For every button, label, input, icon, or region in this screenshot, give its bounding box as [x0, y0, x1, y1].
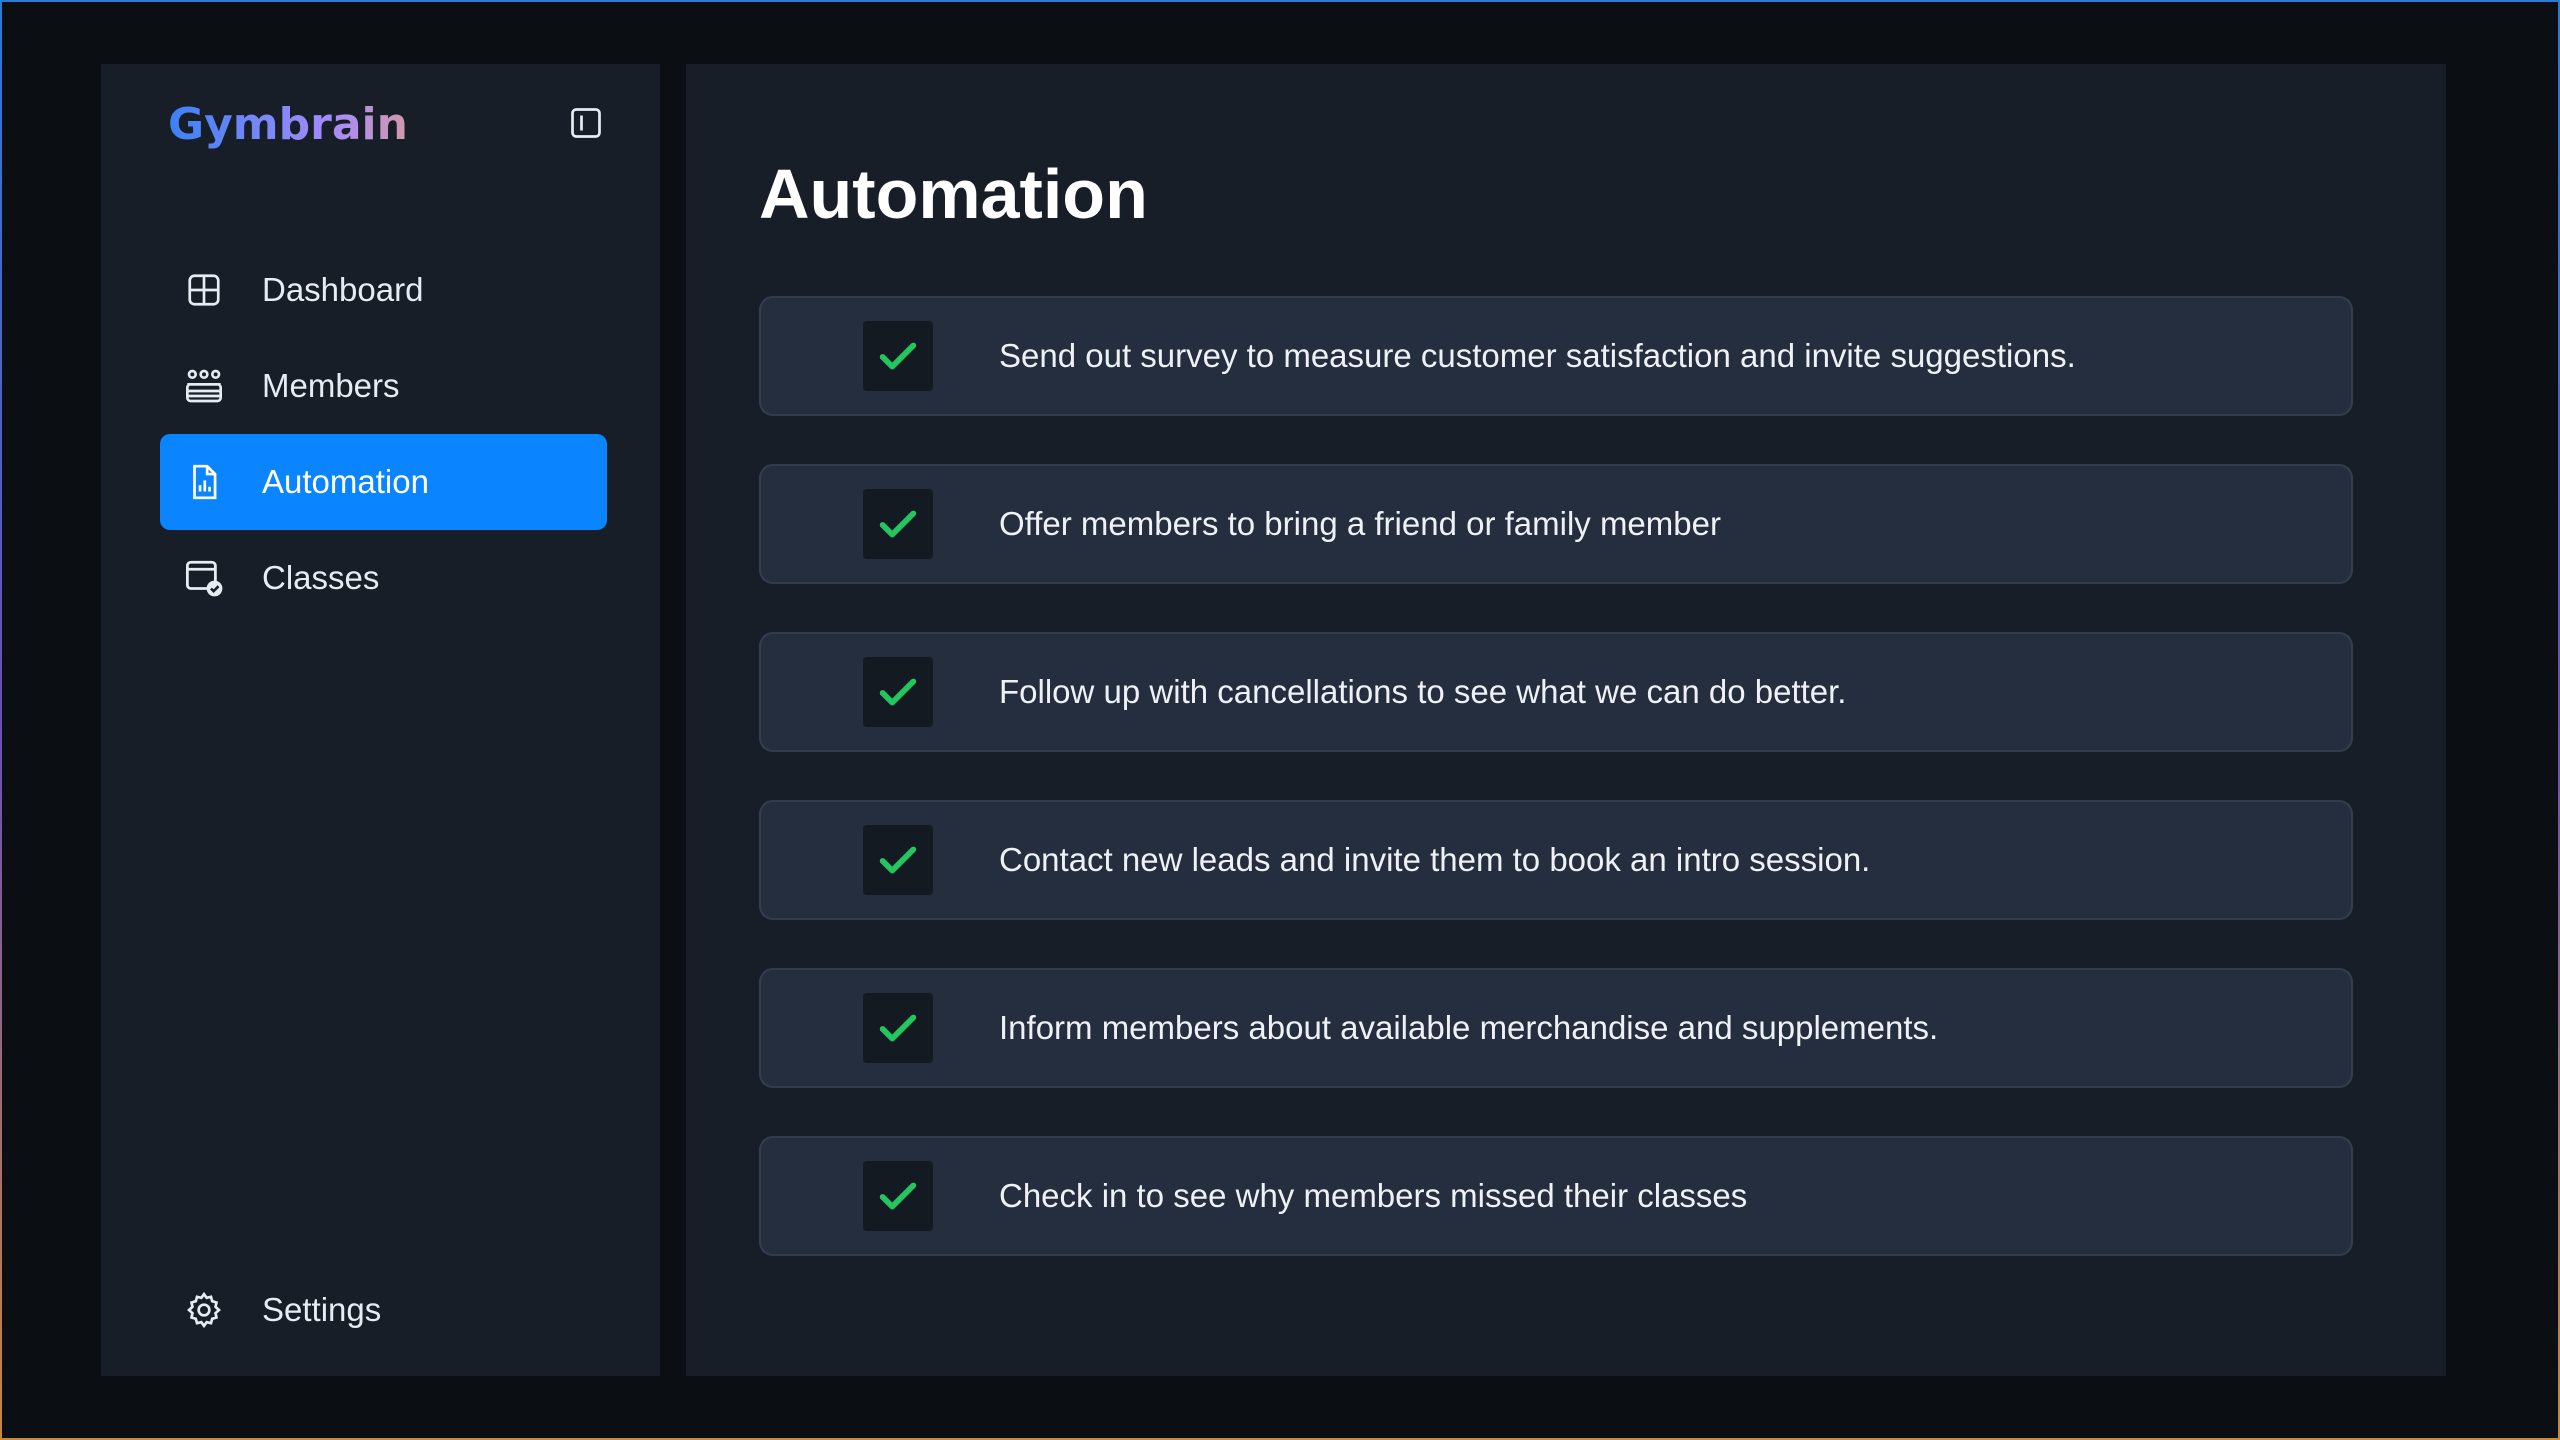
sidebar-item-label: Classes [262, 559, 380, 596]
automation-checkbox[interactable] [863, 489, 933, 559]
automation-item-text: Inform members about available merchandi… [999, 1009, 1939, 1046]
automation-item-text: Follow up with cancellations to see what… [999, 673, 1847, 710]
sidebar-item-dashboard[interactable]: Dashboard [160, 242, 607, 338]
checkmark-icon [879, 678, 917, 706]
automation-list: Send out survey to measure customer sati… [759, 296, 2353, 1304]
automation-item-text: Offer members to bring a friend or famil… [999, 505, 1721, 542]
checkmark-icon [879, 342, 917, 370]
automation-item: Contact new leads and invite them to boo… [759, 800, 2353, 920]
automation-checkbox[interactable] [863, 321, 933, 391]
sidebar-item-label: Automation [262, 463, 429, 500]
sidebar: Gymbrain Dashboard Members Automation Cl… [101, 64, 660, 1376]
automation-item: Inform members about available merchandi… [759, 968, 2353, 1088]
brand-logo: Gymbrain [168, 95, 468, 155]
sidebar-nav: Dashboard Members Automation Classes [160, 242, 607, 626]
sidebar-toggle-button[interactable] [567, 104, 605, 142]
checkmark-icon [879, 846, 917, 874]
sidebar-item-label: Dashboard [262, 271, 424, 308]
checkmark-icon [879, 1182, 917, 1210]
main-panel: Automation Send out survey to measure cu… [686, 64, 2446, 1376]
automation-item-text: Check in to see why members missed their… [999, 1177, 1748, 1214]
page-title: Automation [759, 155, 1148, 233]
settings-label: Settings [262, 1291, 382, 1328]
sidebar-item-settings[interactable]: Settings [160, 1262, 607, 1358]
automation-item: Send out survey to measure customer sati… [759, 296, 2353, 416]
sidebar-item-automation[interactable]: Automation [160, 434, 607, 530]
gear-icon [183, 1289, 225, 1331]
report-icon [183, 461, 225, 503]
checkmark-icon [879, 1014, 917, 1042]
automation-item-text: Contact new leads and invite them to boo… [999, 841, 1871, 878]
automation-item: Follow up with cancellations to see what… [759, 632, 2353, 752]
automation-item: Offer members to bring a friend or famil… [759, 464, 2353, 584]
automation-checkbox[interactable] [863, 657, 933, 727]
automation-item-text: Send out survey to measure customer sati… [999, 337, 2076, 374]
calendar-check-icon [183, 557, 225, 599]
sidebar-toggle-icon [571, 108, 601, 138]
users-icon [183, 365, 225, 407]
sidebar-item-label: Members [262, 367, 400, 404]
checkmark-icon [879, 510, 917, 538]
automation-item: Check in to see why members missed their… [759, 1136, 2353, 1256]
automation-checkbox[interactable] [863, 825, 933, 895]
automation-checkbox[interactable] [863, 993, 933, 1063]
sidebar-item-classes[interactable]: Classes [160, 530, 607, 626]
sidebar-item-members[interactable]: Members [160, 338, 607, 434]
automation-checkbox[interactable] [863, 1161, 933, 1231]
grid-icon [183, 269, 225, 311]
